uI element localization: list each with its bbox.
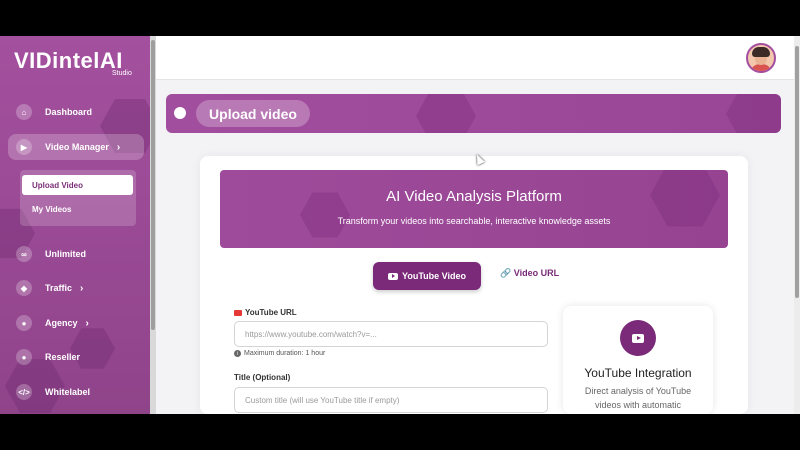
youtube-integration-card: YouTube Integration Direct analysis of Y… (563, 306, 713, 414)
link-icon: 🔗 (500, 268, 512, 278)
chevron-right-icon: › (85, 317, 89, 329)
users-icon: ● (16, 315, 32, 331)
decor-hexagon (726, 94, 781, 133)
sidebar-item-label: Agency (45, 318, 78, 328)
logo-subtitle: Studio (112, 70, 132, 77)
chevron-right-icon: › (80, 282, 84, 294)
info-icon: i (234, 350, 241, 357)
title-input-box (234, 387, 548, 413)
youtube-url-input[interactable] (235, 322, 547, 346)
sidebar-item-label: Traffic (45, 283, 73, 293)
submenu-item-my-videos[interactable]: My Videos (22, 199, 133, 219)
main-scrollbar[interactable] (794, 36, 800, 414)
sidebar-item-label: Unlimited (45, 249, 87, 259)
sidebar-scrollbar[interactable] (150, 36, 156, 414)
youtube-url-label: YouTube URL (234, 308, 297, 317)
tab-label: YouTube Video (401, 271, 466, 281)
sidebar-item-agency[interactable]: ● Agency › (8, 310, 144, 336)
infinity-icon: ∞ (16, 246, 32, 262)
sidebar-item-label: Whitelabel (45, 387, 91, 397)
shield-icon: ◆ (16, 280, 32, 296)
submenu-item-upload-video[interactable]: Upload Video (22, 175, 133, 195)
hero-subtitle: Transform your videos into searchable, i… (337, 216, 611, 226)
avatar-hair (752, 47, 770, 57)
top-bar (156, 36, 794, 80)
youtube-icon (234, 309, 242, 316)
avatar-shirt (750, 64, 772, 71)
sidebar-item-dashboard[interactable]: ⌂ Dashboard (8, 99, 144, 125)
video-icon: ▶ (16, 139, 32, 155)
sidebar-item-video-manager[interactable]: ▶ Video Manager › (8, 134, 144, 160)
tab-label: Video URL (513, 268, 560, 278)
duration-hint: i Maximum duration: 1 hour (234, 350, 325, 357)
hero-banner: AI Video Analysis Platform Transform you… (220, 170, 728, 248)
tab-video-url[interactable]: 🔗 Video URL (500, 268, 559, 279)
sidebar-item-whitelabel[interactable]: </> Whitelabel (8, 379, 144, 405)
page-header-banner: Upload video (166, 94, 781, 133)
status-dot-icon (174, 107, 186, 119)
hero-title: AI Video Analysis Platform (386, 188, 562, 205)
logo[interactable]: VIDintelAI (14, 48, 123, 74)
youtube-url-input-box (234, 321, 548, 347)
feature-title: YouTube Integration (584, 366, 692, 380)
sidebar-item-label: Dashboard (45, 107, 93, 117)
sidebar-item-label: Reseller (45, 352, 81, 362)
youtube-icon (632, 333, 644, 343)
user-icon: ● (16, 349, 32, 365)
sidebar-item-unlimited[interactable]: ∞ Unlimited (8, 241, 144, 267)
youtube-icon (387, 272, 398, 280)
feature-description: Direct analysis of YouTube videos with a… (584, 386, 692, 410)
scrollbar-thumb[interactable] (151, 40, 155, 330)
chevron-right-icon: › (116, 141, 121, 153)
page-title: Upload video (196, 100, 310, 127)
avatar[interactable] (746, 43, 776, 73)
decor-hexagon (416, 94, 476, 133)
hint-text: Maximum duration: 1 hour (244, 350, 326, 357)
scrollbar-thumb[interactable] (795, 46, 799, 298)
code-icon: </> (16, 384, 32, 400)
title-input[interactable] (235, 388, 547, 412)
app-window: VIDintelAI Studio ⌂ Dashboard ▶ Video Ma… (0, 36, 800, 414)
title-label: Title (Optional) (234, 373, 291, 382)
sidebar-item-traffic[interactable]: ◆ Traffic › (8, 275, 144, 301)
tab-youtube-video[interactable]: YouTube Video (373, 262, 481, 290)
sidebar-item-reseller[interactable]: ● Reseller (8, 344, 144, 370)
label-text: YouTube URL (245, 308, 297, 317)
youtube-circle-icon (620, 320, 656, 356)
sidebar: VIDintelAI Studio ⌂ Dashboard ▶ Video Ma… (0, 36, 150, 414)
home-icon: ⌂ (16, 104, 32, 120)
sidebar-item-label: Video Manager (45, 142, 109, 152)
